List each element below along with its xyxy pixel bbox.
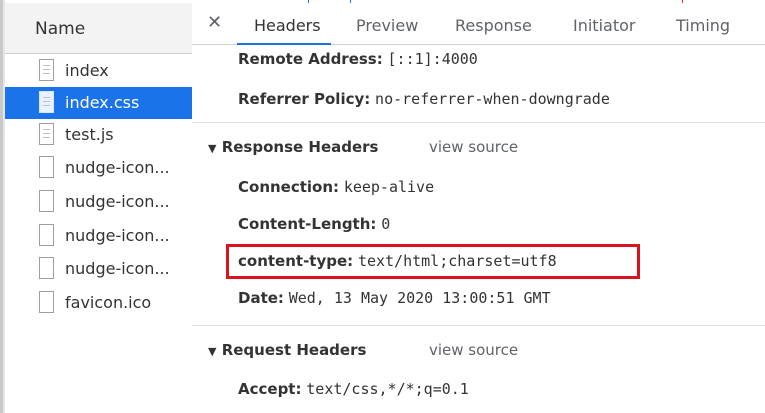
image-icon xyxy=(39,291,54,313)
request-row-index[interactable]: index xyxy=(5,55,192,87)
request-row-nudge-icon[interactable]: nudge-icon... xyxy=(5,253,192,285)
active-tab-indicator xyxy=(237,43,331,45)
image-icon xyxy=(39,190,54,212)
name-column-header[interactable]: Name xyxy=(5,3,192,54)
details-tabbar: ✕ Headers Preview Response Initiator Tim… xyxy=(192,3,765,45)
header-key: Accept: xyxy=(238,380,302,398)
response-header-row: Connection: keep-alive xyxy=(238,178,434,196)
image-icon xyxy=(39,224,54,246)
section-divider xyxy=(192,122,765,123)
general-row: Remote Address: [::1]:4000 xyxy=(238,50,478,68)
expand-triangle-icon: ▼ xyxy=(208,345,217,358)
view-source-link[interactable]: view source xyxy=(429,341,518,359)
request-row-favicon[interactable]: favicon.ico xyxy=(5,287,192,319)
header-value: Wed, 13 May 2020 13:00:51 GMT xyxy=(288,289,551,307)
request-list-panel: Name index index.css test.js nudge-icon.… xyxy=(5,3,193,413)
request-name: test.js xyxy=(65,125,114,144)
view-source-link[interactable]: view source xyxy=(429,138,518,156)
header-value: [::1]:4000 xyxy=(387,50,478,68)
tab-response[interactable]: Response xyxy=(455,16,532,35)
header-key: Date: xyxy=(238,289,284,307)
general-row: Referrer Policy: no-referrer-when-downgr… xyxy=(238,90,610,108)
request-headers-toggle[interactable]: ▼ Request Headers xyxy=(208,341,366,359)
header-key: Referrer Policy: xyxy=(238,90,371,108)
request-row-nudge-icon[interactable]: nudge-icon... xyxy=(5,220,192,252)
request-name: nudge-icon... xyxy=(65,259,170,278)
header-value: 0 xyxy=(381,215,391,233)
script-icon xyxy=(39,123,54,145)
request-row-index-css[interactable]: index.css xyxy=(5,87,192,119)
highlight-box xyxy=(226,244,640,279)
name-column-label: Name xyxy=(35,19,86,39)
expand-triangle-icon: ▼ xyxy=(208,142,217,155)
close-icon[interactable]: ✕ xyxy=(207,12,222,33)
tab-initiator[interactable]: Initiator xyxy=(573,16,635,35)
header-key: Remote Address: xyxy=(238,50,383,68)
request-name: nudge-icon... xyxy=(65,226,170,245)
request-name: index xyxy=(65,61,109,80)
stylesheet-icon xyxy=(39,91,54,113)
request-details-panel: ✕ Headers Preview Response Initiator Tim… xyxy=(192,3,765,413)
request-name: favicon.ico xyxy=(65,293,152,312)
request-row-nudge-icon[interactable]: nudge-icon... xyxy=(5,186,192,218)
document-icon xyxy=(39,59,54,81)
section-title: Request Headers xyxy=(221,341,367,359)
request-name: nudge-icon... xyxy=(65,158,170,177)
request-row-nudge-icon[interactable]: nudge-icon... xyxy=(5,152,192,184)
section-title: Response Headers xyxy=(221,138,379,156)
tab-timing[interactable]: Timing xyxy=(676,16,730,35)
image-icon xyxy=(39,257,54,279)
header-key: Connection: xyxy=(238,178,340,196)
request-header-row: Accept: text/css,*/*;q=0.1 xyxy=(238,380,469,398)
image-icon xyxy=(39,156,54,178)
tab-preview[interactable]: Preview xyxy=(356,16,418,35)
response-header-row: Date: Wed, 13 May 2020 13:00:51 GMT xyxy=(238,289,551,307)
header-value: text/css,*/*;q=0.1 xyxy=(306,380,469,398)
response-headers-toggle[interactable]: ▼ Response Headers xyxy=(208,138,379,156)
response-header-row: Content-Length: 0 xyxy=(238,215,390,233)
request-row-test-js[interactable]: test.js xyxy=(5,119,192,151)
section-divider xyxy=(192,325,765,326)
header-value: no-referrer-when-downgrade xyxy=(375,90,610,108)
request-name: nudge-icon... xyxy=(65,192,170,211)
request-name: index.css xyxy=(65,93,140,112)
header-key: Content-Length: xyxy=(238,215,377,233)
header-value: keep-alive xyxy=(343,178,435,196)
tab-headers[interactable]: Headers xyxy=(254,16,321,35)
